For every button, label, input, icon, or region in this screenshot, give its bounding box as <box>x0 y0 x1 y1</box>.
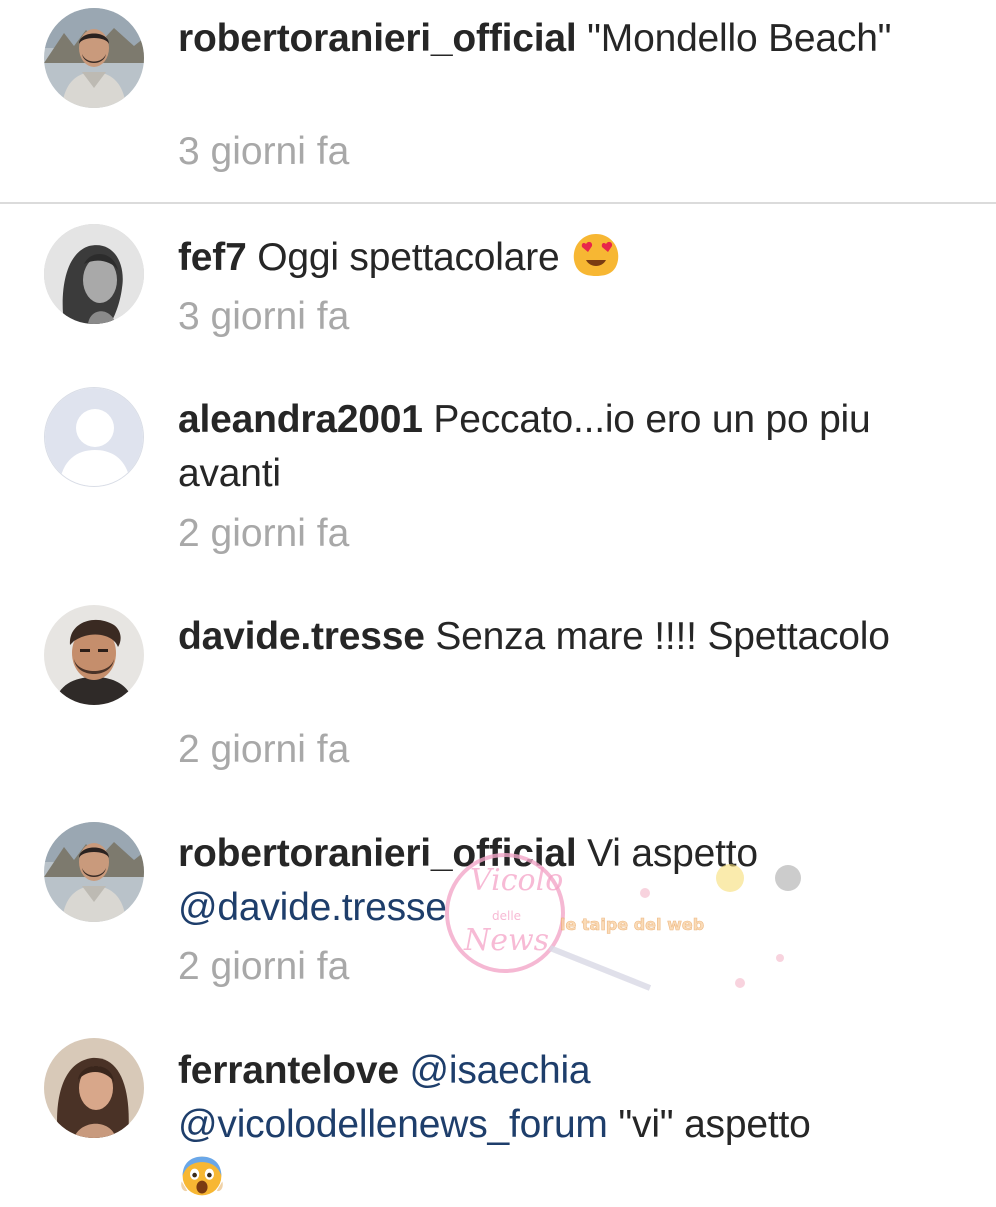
comment-username[interactable]: davide.tresse <box>178 615 425 658</box>
man-beard-avatar-icon <box>44 605 144 705</box>
man-hoodie-avatar-icon <box>44 822 144 922</box>
comment-mention[interactable]: @isaechia <box>410 1049 591 1092</box>
comment-text: Oggi spettacolare <box>257 236 560 279</box>
woman-longhair-avatar-icon <box>44 1038 144 1138</box>
user-avatar[interactable] <box>44 224 144 324</box>
comment-text: "vi" aspetto <box>618 1103 811 1146</box>
user-avatar[interactable] <box>44 387 144 487</box>
man-hoodie-avatar-icon <box>44 8 144 108</box>
caption-divider <box>0 202 996 204</box>
user-avatar[interactable] <box>44 8 144 108</box>
comment-text: "Mondello Beach" <box>587 17 892 60</box>
comment-timestamp: 3 giorni fa <box>178 130 350 173</box>
user-avatar[interactable] <box>44 822 144 922</box>
comment-timestamp: 2 giorni fa <box>178 512 350 555</box>
comment-text: Vi aspetto <box>587 832 758 875</box>
user-avatar[interactable] <box>44 1038 144 1138</box>
comment-username[interactable]: aleandra2001 <box>178 398 423 441</box>
comment-timestamp: 3 giorni fa <box>178 295 350 338</box>
user-avatar[interactable] <box>44 605 144 705</box>
comment-username[interactable]: robertoranieri_official <box>178 17 577 60</box>
woman-bw-avatar-icon <box>44 224 144 324</box>
comment-username[interactable]: robertoranieri_official <box>178 832 577 875</box>
comment-timestamp: 2 giorni fa <box>178 945 350 988</box>
smiling-face-heart-eyes-icon <box>573 234 619 276</box>
comment-mention[interactable]: @vicolodellenews_forum <box>178 1103 608 1146</box>
comment-username[interactable]: ferrantelove <box>178 1049 399 1092</box>
face-screaming-in-fear-icon <box>181 1156 223 1196</box>
comment-username[interactable]: fef7 <box>178 236 247 279</box>
comment-mention[interactable]: @davide.tresse <box>178 886 447 929</box>
default-person-avatar-icon <box>45 388 143 486</box>
comment-text: Senza mare !!!! Spettacolo <box>435 615 890 658</box>
comment-timestamp: 2 giorni fa <box>178 728 350 771</box>
